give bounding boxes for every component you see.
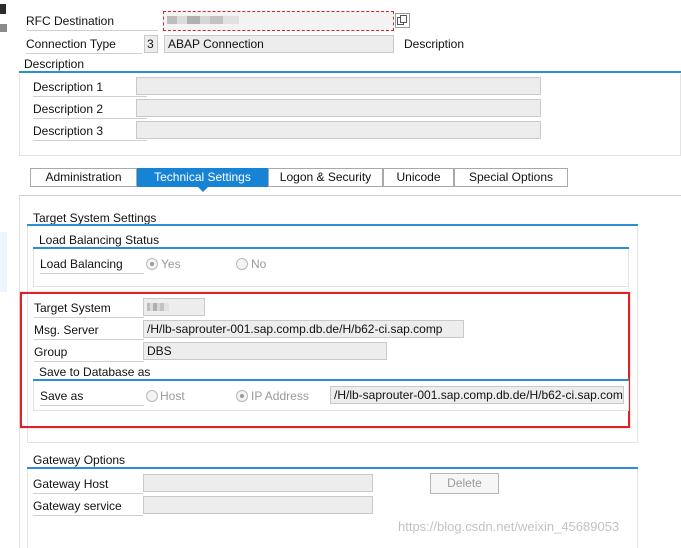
connection-type-label: Connection Type [26, 35, 142, 54]
description-1-field[interactable] [136, 77, 541, 95]
target-system-label: Target System [34, 299, 144, 318]
save-as-label: Save as [40, 387, 144, 406]
tab-technical-settings[interactable]: Technical Settings [137, 168, 268, 187]
connection-type-value: ABAP Connection [164, 35, 394, 53]
rfc-destination-label: RFC Destination [26, 12, 158, 31]
save-as-ip-address-label: IP Address [251, 389, 309, 403]
connection-type-description: Description [404, 37, 465, 51]
redacted-value [147, 303, 169, 311]
description-2-field[interactable] [136, 99, 541, 117]
delete-button[interactable]: Delete [430, 473, 499, 494]
gateway-host-label: Gateway Host [33, 475, 143, 494]
load-balancing-status-title: Load Balancing Status [39, 233, 160, 247]
target-system-field[interactable] [143, 298, 205, 316]
copy-icon[interactable] [395, 13, 410, 28]
load-balancing-no-radio[interactable] [236, 258, 248, 270]
description-group-title: Description [24, 57, 85, 71]
group-field[interactable]: DBS [143, 342, 387, 360]
load-balancing-label: Load Balancing [40, 255, 144, 274]
description-3-field[interactable] [136, 121, 541, 139]
save-as-ip-address-radio[interactable] [236, 390, 248, 402]
description-1-label: Description 1 [33, 78, 147, 97]
tab-administration[interactable]: Administration [30, 168, 137, 187]
tab-special-options[interactable]: Special Options [454, 168, 568, 187]
description-2-label: Description 2 [33, 100, 147, 119]
left-edge-artifacts [0, 0, 10, 548]
group-label: Group [34, 343, 144, 362]
tab-unicode[interactable]: Unicode [383, 168, 454, 187]
save-to-database-title: Save to Database as [39, 365, 151, 379]
tab-logon-security[interactable]: Logon & Security [268, 168, 383, 187]
redacted-value [167, 16, 239, 24]
active-tab-indicator [197, 186, 209, 192]
gateway-service-field[interactable] [143, 496, 373, 514]
watermark: https://blog.csdn.net/weixin_45689053 [398, 519, 620, 534]
save-as-host-radio[interactable] [146, 390, 158, 402]
rfc-destination-field[interactable] [163, 11, 394, 31]
load-balancing-yes-label: Yes [161, 257, 181, 271]
msg-server-field[interactable]: /H/lb-saprouter-001.sap.comp.db.de/H/b62… [143, 320, 464, 338]
connection-type-code[interactable]: 3 [144, 35, 158, 53]
load-balancing-no-label: No [251, 257, 267, 271]
msg-server-label: Msg. Server [34, 321, 144, 340]
description-3-label: Description 3 [33, 122, 147, 141]
description-panel: Description 1 Description 2 Description … [19, 74, 681, 156]
gateway-service-label: Gateway service [33, 497, 143, 516]
save-as-host-label: Host [160, 389, 185, 403]
load-balancing-yes-radio[interactable] [146, 258, 158, 270]
save-as-ip-address-field[interactable]: /H/lb-saprouter-001.sap.comp.db.de/H/b62… [330, 386, 624, 404]
description-group-divider [19, 71, 681, 73]
gateway-options-title: Gateway Options [33, 453, 126, 467]
gateway-host-field[interactable] [143, 474, 373, 492]
